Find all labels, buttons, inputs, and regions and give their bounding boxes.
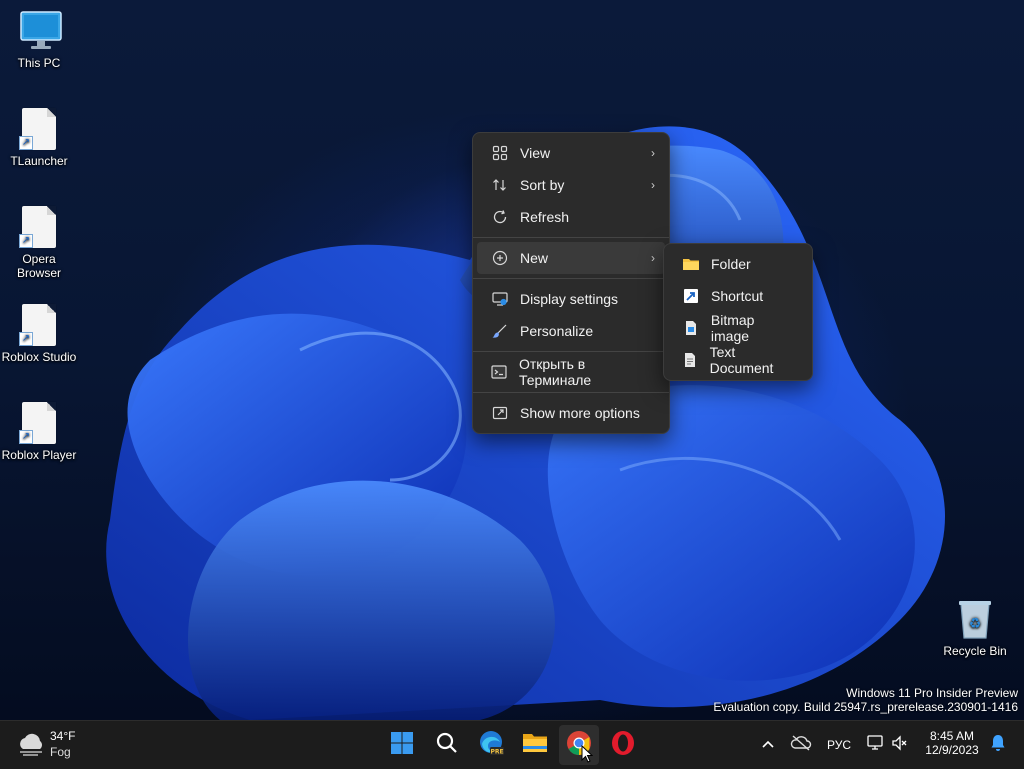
menu-separator — [473, 351, 669, 352]
file-explorer-button[interactable] — [515, 725, 555, 765]
bell-icon — [990, 734, 1006, 757]
submenu-item-label: Folder — [711, 256, 751, 272]
menu-separator — [473, 392, 669, 393]
submenu-item-label: Bitmap image — [710, 312, 755, 344]
refresh-icon — [491, 208, 509, 226]
monitor-icon — [19, 10, 62, 52]
submenu-item-text-document[interactable]: Text Document — [668, 344, 808, 376]
weather-temp: 34°F — [50, 729, 76, 743]
bitmap-icon — [682, 319, 700, 337]
grid-view-icon — [491, 144, 509, 162]
text-document-icon — [682, 351, 699, 369]
show-more-icon — [491, 404, 509, 422]
submenu-item-shortcut[interactable]: Shortcut — [668, 280, 808, 312]
search-button[interactable] — [427, 725, 467, 765]
chevron-right-icon: › — [651, 146, 655, 160]
onedrive-button[interactable] — [784, 725, 818, 765]
menu-item-label: Show more options — [520, 405, 640, 421]
menu-item-open-terminal[interactable]: Открыть в Терминале — [477, 356, 665, 388]
shortcut-arrow-icon: ↗ — [19, 234, 33, 248]
menu-item-label: View — [520, 145, 551, 161]
desktop-icon-label: Recycle Bin — [943, 644, 1007, 658]
clock-time: 8:45 AM — [929, 729, 975, 743]
desktop-icon-label: Roblox Studio — [1, 350, 77, 364]
start-button[interactable] — [382, 725, 422, 765]
desktop-icon-label: Opera Browser — [16, 252, 61, 280]
show-hidden-icons-button[interactable] — [752, 725, 784, 765]
menu-item-label: Display settings — [520, 291, 619, 307]
menu-item-label: Sort by — [520, 177, 565, 193]
sort-arrows-icon — [491, 176, 509, 194]
chevron-up-icon — [761, 736, 775, 754]
desktop-icon-label: Roblox Player — [1, 448, 77, 462]
file-explorer-icon — [522, 731, 548, 760]
desktop-icon-recycle-bin[interactable]: ♻ Recycle Bin — [936, 598, 1014, 658]
notifications-button[interactable] — [984, 725, 1012, 765]
menu-item-display-settings[interactable]: Display settings — [477, 283, 665, 315]
plus-circle-icon — [491, 249, 509, 267]
terminal-icon — [491, 363, 508, 381]
opera-button[interactable] — [603, 725, 643, 765]
clock-date: 12/9/2023 — [925, 743, 979, 757]
watermark-line-1: Windows 11 Pro Insider Preview — [846, 686, 1018, 700]
cloud-fog-icon — [16, 733, 46, 762]
chrome-button[interactable] — [559, 725, 599, 765]
menu-separator — [473, 278, 669, 279]
chevron-right-icon: › — [651, 178, 655, 192]
menu-item-new[interactable]: New › — [477, 242, 665, 274]
menu-item-label: Открыть в Терминале — [518, 356, 592, 388]
menu-item-sort-by[interactable]: Sort by › — [477, 169, 665, 201]
recycle-bin-icon: ♻ — [955, 598, 995, 640]
desktop-icon-label: TLauncher — [10, 154, 68, 168]
menu-item-label: New — [520, 250, 549, 266]
volume-muted-icon — [891, 734, 907, 756]
edge-beta-button[interactable]: PRE — [471, 725, 511, 765]
chevron-right-icon: › — [651, 251, 655, 265]
menu-item-refresh[interactable]: Refresh — [477, 201, 665, 233]
quick-settings-button[interactable] — [862, 725, 912, 765]
weather-widget[interactable]: 34°F Fog — [12, 727, 92, 763]
weather-condition: Fog — [50, 745, 71, 759]
menu-item-label: Refresh — [520, 209, 570, 225]
shortcut-arrow-icon: ↗ — [19, 136, 33, 150]
desktop-icon-roblox-player[interactable]: ↗ Roblox Player — [0, 402, 78, 462]
cloud-offline-icon — [790, 734, 812, 756]
network-icon — [867, 734, 885, 756]
menu-item-label: Personalize — [520, 323, 594, 339]
menu-item-show-more-options[interactable]: Show more options — [477, 397, 665, 429]
watermark-line-2: Evaluation copy. Build 25947.rs_prerelea… — [713, 700, 1018, 714]
menu-item-personalize[interactable]: Personalize — [477, 315, 665, 347]
display-settings-icon — [491, 290, 509, 308]
clock-button[interactable]: 8:45 AM 12/9/2023 — [920, 727, 984, 763]
language-label: РУС — [826, 738, 852, 752]
windows-watermark: Windows 11 Pro Insider Preview Evaluatio… — [713, 686, 1018, 714]
shortcut-arrow-icon: ↗ — [19, 430, 33, 444]
submenu-item-bitmap-image[interactable]: Bitmap image — [668, 312, 808, 344]
desktop-icon-tlauncher[interactable]: ↗ TLauncher — [0, 108, 78, 168]
submenu-item-folder[interactable]: Folder — [668, 248, 808, 280]
svg-text:PRE: PRE — [490, 748, 503, 755]
desktop-context-menu: View › Sort by › Refresh New › Display s… — [472, 132, 670, 434]
submenu-item-label: Shortcut — [711, 288, 764, 304]
shortcut-icon — [682, 287, 700, 305]
folder-icon — [682, 255, 700, 273]
submenu-item-label: Text Document — [709, 344, 774, 376]
desktop-icon-label: This PC — [17, 56, 61, 70]
desktop-icon-this-pc[interactable]: This PC — [0, 10, 78, 70]
edge-beta-icon: PRE — [478, 730, 504, 761]
windows-logo-icon — [390, 731, 414, 760]
shortcut-arrow-icon: ↗ — [19, 332, 33, 346]
desktop-icon-opera-browser[interactable]: ↗ Opera Browser — [0, 206, 78, 280]
svg-text:♻: ♻ — [969, 616, 982, 632]
menu-item-view[interactable]: View › — [477, 137, 665, 169]
desktop-icon-roblox-studio[interactable]: ↗ Roblox Studio — [0, 304, 78, 364]
menu-separator — [473, 237, 669, 238]
language-indicator[interactable]: РУС — [820, 725, 858, 765]
new-submenu: Folder Shortcut Bitmap image Text Docume… — [663, 243, 813, 381]
mouse-cursor-icon — [581, 744, 594, 768]
brush-icon — [491, 322, 509, 340]
opera-icon — [610, 730, 636, 761]
taskbar: 34°F Fog PRE РУС 8:45 AM 12/9/2023 — [0, 720, 1024, 769]
search-icon — [435, 731, 459, 760]
